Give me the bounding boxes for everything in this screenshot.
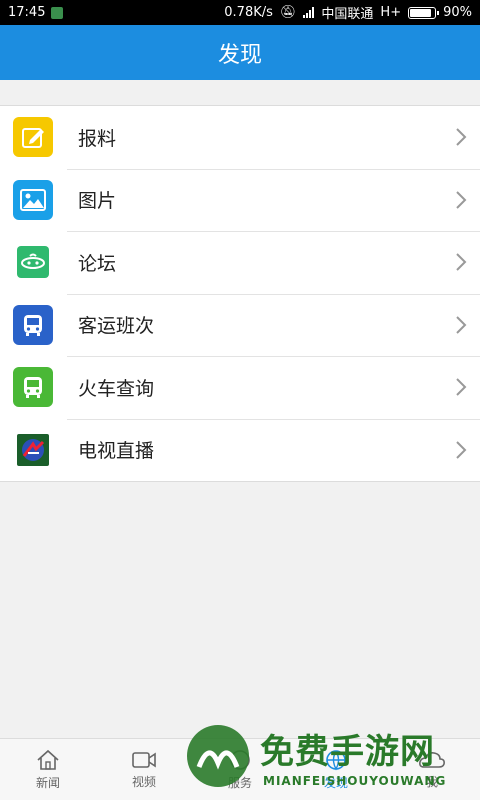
chevron-right-icon [456,378,467,396]
carrier-name: 中国联通 [321,7,374,22]
menu-item-label: 火车查询 [78,377,155,400]
menu-item-label: 电视直播 [78,440,155,463]
tab-news[interactable]: 新闻 [0,739,96,800]
tab-profile[interactable]: 我 [384,739,480,800]
bus-icon [13,304,53,345]
tab-discover[interactable]: 发现 [288,739,384,800]
train-icon [13,367,53,408]
tab-video[interactable]: 视频 [96,739,192,800]
profile-icon [419,751,445,768]
menu-item-label: 报料 [78,127,117,150]
menu-item-label: 客运班次 [78,315,155,338]
chevron-right-icon [456,191,467,209]
menu-item-bus-schedule[interactable]: 客运班次 [0,293,480,357]
tab-label: 发现 [323,775,348,790]
video-icon [132,751,156,768]
image-icon [13,179,53,220]
network-type: H+ [380,5,402,20]
menu-item-baoliao[interactable]: 报料 [0,106,480,169]
tab-label: 视频 [131,774,156,789]
tab-label: 服务 [227,775,252,790]
status-bar: 17:45 0.78K/s 🔕︎ 中国联通 H+ 90% [0,0,480,25]
chevron-right-icon [456,253,467,271]
menu-item-train-query[interactable]: 火车查询 [0,356,480,419]
menu-item-label: 图片 [78,190,117,213]
tab-label: 我 [425,774,438,789]
page-title: 发现 [217,42,262,68]
tv-live-icon [17,433,49,466]
menu-item-forum[interactable]: 论坛 [0,231,480,294]
discover-menu-list: 报料 图片 论坛 客运班次 火车查询 电视直播 [0,105,480,482]
menu-item-tv-live[interactable]: 电视直播 [0,418,480,482]
app-notification-icon [51,6,64,19]
status-time: 17:45 [8,5,46,20]
menu-item-label: 论坛 [78,252,117,275]
signal-icon [303,7,315,18]
chevron-right-icon [456,316,467,334]
battery-percent: 90% [443,5,472,20]
tab-service[interactable]: 服务 [192,739,288,800]
service-icon [230,749,250,770]
chevron-right-icon [456,128,467,146]
menu-item-images[interactable]: 图片 [0,168,480,232]
edit-icon [13,117,53,158]
battery-icon [408,6,440,19]
chevron-right-icon [456,441,467,459]
mute-icon: 🔕︎ [279,5,297,20]
home-icon [37,749,59,770]
tab-label: 新闻 [35,775,60,790]
network-speed: 0.78K/s [224,5,273,20]
bottom-tab-bar: 新闻 视频 服务 发现 我 [0,738,480,800]
app-header: 发现 [0,25,480,80]
forum-icon [17,246,49,279]
discover-icon [326,749,346,770]
status-right: 0.78K/s 🔕︎ 中国联通 H+ 90% [224,3,472,22]
